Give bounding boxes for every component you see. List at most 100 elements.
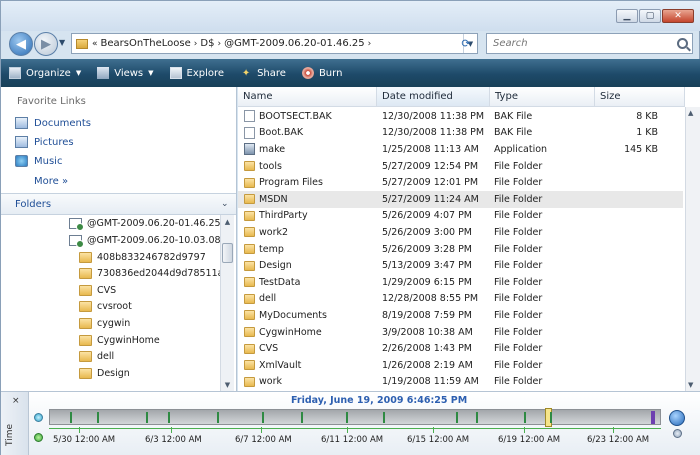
snapshot-tick[interactable] bbox=[550, 412, 552, 423]
scroll-down-icon[interactable]: ▼ bbox=[688, 381, 693, 389]
search-input[interactable] bbox=[493, 38, 663, 49]
snapshot-tick[interactable] bbox=[97, 412, 99, 423]
tree-item[interactable]: @GMT-2009.06.20-01.46.25 bbox=[69, 215, 221, 231]
scroll-up-icon[interactable]: ▲ bbox=[688, 109, 693, 117]
chevron-right-icon[interactable]: › bbox=[217, 39, 221, 49]
snapshot-tick[interactable] bbox=[146, 412, 148, 423]
snapshot-tick[interactable] bbox=[524, 412, 526, 423]
folder-icon bbox=[244, 260, 255, 271]
application-icon bbox=[244, 143, 255, 156]
file-row[interactable]: make 1/25/2008 11:13 AM Application 145 KB bbox=[238, 141, 683, 158]
views-button[interactable]: Views ▼ bbox=[97, 67, 154, 79]
close-icon[interactable]: × bbox=[12, 396, 20, 406]
forward-arrow-icon: ▶ bbox=[41, 36, 51, 52]
file-row[interactable]: ThirdParty 5/26/2009 4:07 PM File Folder bbox=[238, 208, 683, 225]
refresh-button[interactable]: ⟳ bbox=[457, 36, 475, 51]
column-header-name[interactable]: Name bbox=[238, 87, 377, 107]
tree-item[interactable]: @GMT-2009.06.20-10.03.08 bbox=[69, 232, 221, 248]
folders-header[interactable]: Folders ⌄ bbox=[1, 193, 236, 215]
snapshot-tick[interactable] bbox=[168, 412, 170, 423]
forward-button[interactable]: ▶ bbox=[34, 32, 58, 56]
recent-pages-dropdown[interactable]: ▼ bbox=[59, 38, 65, 47]
more-links-link[interactable]: More » bbox=[34, 176, 68, 187]
chevron-right-icon[interactable]: › bbox=[368, 39, 372, 49]
views-label: Views bbox=[114, 67, 144, 79]
folder-tree-scrollbar[interactable]: ▲ ▼ bbox=[220, 215, 234, 391]
scroll-up-icon[interactable]: ▲ bbox=[221, 215, 234, 228]
file-type: File Folder bbox=[494, 260, 543, 272]
file-type: File Folder bbox=[494, 226, 543, 238]
file-row[interactable]: dell 12/28/2008 8:55 PM File Folder bbox=[238, 291, 683, 308]
search-icon[interactable] bbox=[677, 38, 688, 49]
breadcrumb-segment[interactable]: @GMT-2009.06.20-01.46.25 bbox=[224, 38, 365, 49]
chevron-down-icon: ▼ bbox=[148, 69, 154, 77]
snapshot-tick[interactable] bbox=[262, 412, 264, 423]
snapshot-marker-icon[interactable] bbox=[34, 413, 43, 422]
burn-button[interactable]: Burn bbox=[301, 67, 342, 79]
address-bar[interactable]: « BearsOnTheLoose › D$ › @GMT-2009.06.20… bbox=[71, 33, 478, 54]
tree-item[interactable]: CVS bbox=[79, 282, 116, 298]
tree-item[interactable]: cvsroot bbox=[79, 298, 132, 314]
snapshot-tick[interactable] bbox=[70, 412, 72, 423]
file-row[interactable]: CVS 2/26/2008 1:43 PM File Folder bbox=[238, 340, 683, 357]
column-header-size[interactable]: Size bbox=[595, 87, 685, 107]
tree-item[interactable]: CygwinHome bbox=[79, 332, 160, 348]
axis-tick bbox=[347, 427, 348, 433]
back-button[interactable]: ◀ bbox=[9, 32, 33, 56]
snapshot-tick[interactable] bbox=[476, 412, 478, 423]
file-row[interactable]: Program Files 5/27/2009 12:01 PM File Fold… bbox=[238, 174, 683, 191]
zoom-out-icon[interactable] bbox=[673, 429, 682, 438]
views-icon bbox=[97, 67, 110, 79]
tree-item[interactable]: dell bbox=[79, 348, 114, 364]
snapshot-tick[interactable] bbox=[383, 412, 385, 423]
file-row[interactable]: MyDocuments 8/19/2008 7:59 PM File Folder bbox=[238, 307, 683, 324]
file-row[interactable]: Boot.BAK 12/30/2008 11:38 PM BAK File 1 KB bbox=[238, 125, 683, 142]
file-row[interactable]: temp 5/26/2009 3:28 PM File Folder bbox=[238, 241, 683, 258]
file-row[interactable]: BOOTSECT.BAK 12/30/2008 11:38 PM BAK File 8… bbox=[238, 108, 683, 125]
file-list-scrollbar[interactable]: ▲ ▼ bbox=[685, 107, 700, 391]
tree-item[interactable]: cygwin bbox=[79, 315, 130, 331]
minimize-button[interactable]: ▁ bbox=[616, 9, 638, 23]
file-row[interactable]: MSDN 5/27/2009 11:24 AM File Folder bbox=[238, 191, 683, 208]
breadcrumb-overflow[interactable]: « bbox=[92, 39, 98, 49]
file-date-modified: 5/26/2009 4:07 PM bbox=[382, 210, 473, 222]
file-row[interactable]: CygwinHome 3/9/2008 10:38 AM File Folder bbox=[238, 324, 683, 341]
favorite-link-documents[interactable]: Documents bbox=[15, 117, 91, 129]
file-row[interactable]: tools 5/27/2009 12:54 PM File Folder bbox=[238, 158, 683, 175]
chevron-right-icon[interactable]: › bbox=[194, 39, 198, 49]
breadcrumb-segment[interactable]: D$ bbox=[200, 38, 214, 49]
column-header-type[interactable]: Type bbox=[490, 87, 595, 107]
tree-item[interactable]: 408b833246782d9797 bbox=[79, 249, 206, 265]
close-button[interactable]: ✕ bbox=[662, 9, 694, 23]
favorite-link-music[interactable]: Music bbox=[15, 155, 62, 167]
favorite-link-pictures[interactable]: Pictures bbox=[15, 136, 74, 148]
folder-icon bbox=[244, 194, 255, 205]
zoom-in-icon[interactable] bbox=[669, 410, 685, 426]
file-type: File Folder bbox=[494, 160, 543, 172]
file-date-modified: 8/19/2008 7:59 PM bbox=[382, 309, 473, 321]
explore-button[interactable]: Explore bbox=[169, 67, 224, 79]
tree-item-label: 730836ed2044d9d78511ad3 bbox=[97, 267, 229, 279]
organize-button[interactable]: Organize ▼ bbox=[9, 67, 81, 79]
file-row[interactable]: XmlVault 1/26/2008 2:19 AM File Folder bbox=[238, 357, 683, 374]
maximize-button[interactable]: ▢ bbox=[639, 9, 661, 23]
tree-item[interactable]: 730836ed2044d9d78511ad3 bbox=[79, 265, 229, 281]
snapshot-tick[interactable] bbox=[456, 412, 458, 423]
file-row[interactable]: TestData 1/29/2009 6:15 PM File Folder bbox=[238, 274, 683, 291]
share-button[interactable]: ✦ Share bbox=[240, 67, 286, 79]
file-row[interactable]: work 1/19/2008 11:59 AM File Folder bbox=[238, 374, 683, 391]
favorite-link-label: Pictures bbox=[34, 136, 74, 148]
column-header-date-modified[interactable]: Date modified bbox=[377, 87, 490, 107]
snapshot-tick[interactable] bbox=[346, 412, 348, 423]
breadcrumb-segment[interactable]: BearsOnTheLoose bbox=[101, 38, 191, 49]
scroll-down-icon[interactable]: ▼ bbox=[221, 378, 234, 391]
tree-item[interactable]: Design bbox=[79, 365, 130, 381]
snapshot-tick[interactable] bbox=[301, 412, 303, 423]
file-row[interactable]: work2 5/26/2009 3:00 PM File Folder bbox=[238, 224, 683, 241]
timeline-track[interactable] bbox=[49, 408, 661, 427]
snapshot-tick[interactable] bbox=[217, 412, 219, 423]
scrollbar-thumb[interactable] bbox=[222, 243, 233, 263]
current-time-icon[interactable] bbox=[34, 433, 43, 442]
file-row[interactable]: Design 5/13/2009 3:47 PM File Folder bbox=[238, 257, 683, 274]
explore-icon bbox=[169, 67, 182, 79]
